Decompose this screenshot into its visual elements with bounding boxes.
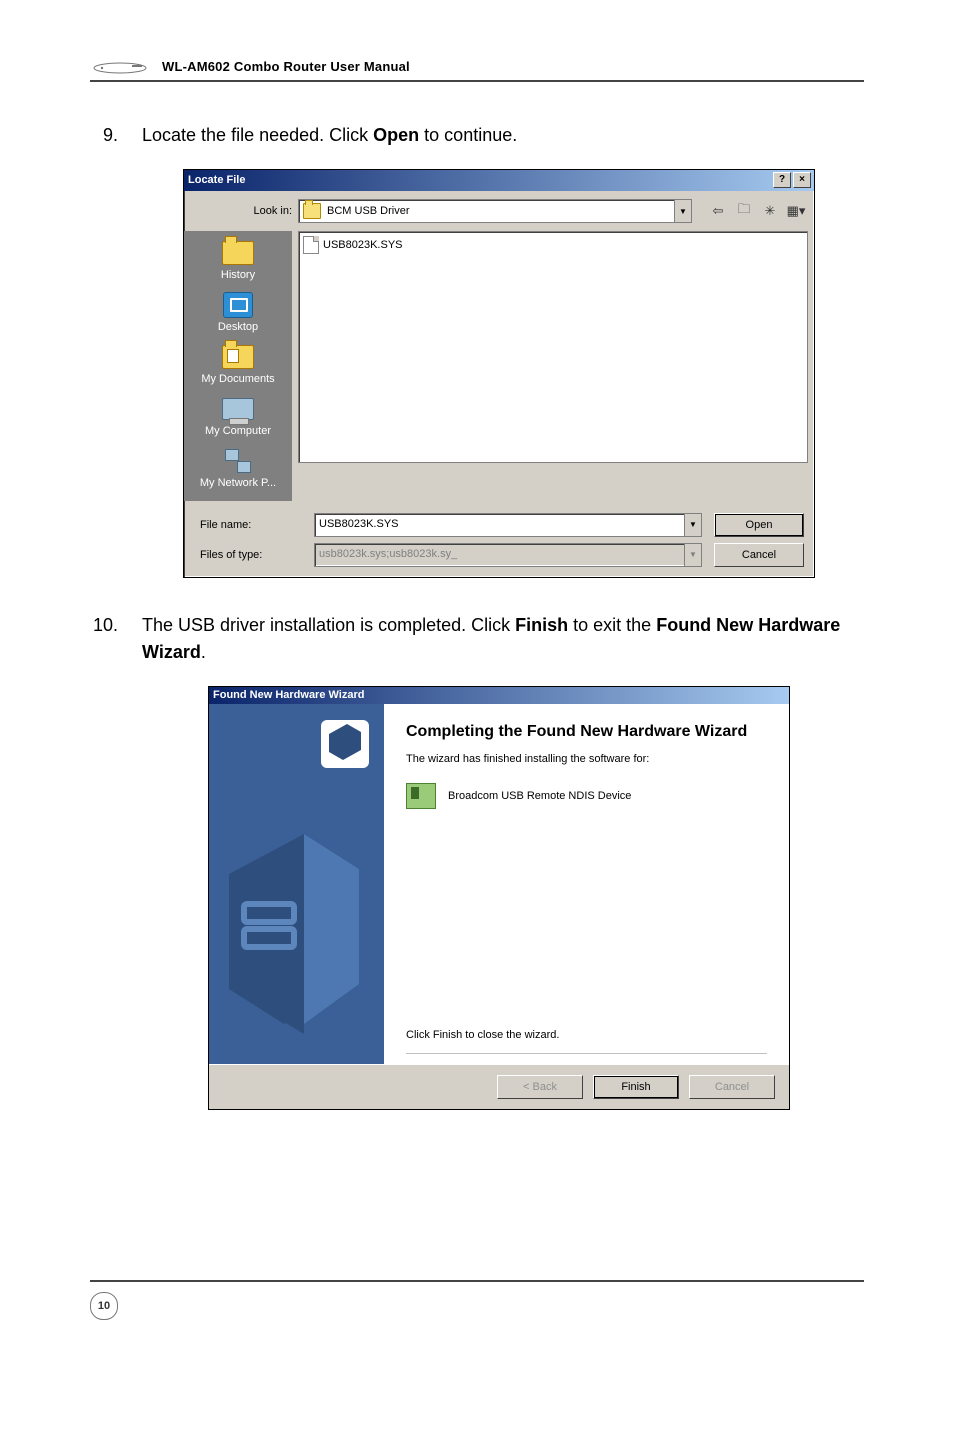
step-9: 9. Locate the file needed. Click Open to… [90, 122, 864, 149]
new-folder-icon[interactable]: ✳ [760, 201, 780, 221]
history-icon [222, 241, 254, 265]
footer-rule [90, 1280, 864, 1282]
filename-label: File name: [194, 519, 302, 531]
filetype-field: usb8023k.sys;usb8023k.sy_ ▼ [314, 543, 702, 567]
help-button[interactable]: ? [773, 172, 791, 188]
step-10-mid: to exit the [568, 615, 656, 635]
locate-file-dialog: Locate File ? × Look in: BCM USB Driver … [183, 169, 815, 578]
step-9-number: 9. [90, 122, 118, 149]
lookin-combo[interactable]: BCM USB Driver ▼ [298, 199, 692, 223]
places-bar: History Desktop My Documents My Com [184, 231, 292, 501]
step-9-pre: Locate the file needed. Click [142, 125, 373, 145]
step-10: 10. The USB driver installation is compl… [90, 612, 864, 666]
device-icon [406, 783, 436, 809]
place-history[interactable]: History [184, 237, 292, 287]
back-button: < Back [497, 1075, 583, 1099]
close-button[interactable]: × [793, 172, 811, 188]
filename-field[interactable]: USB8023K.SYS ▼ [314, 513, 702, 537]
manual-page: WL-AM602 Combo Router User Manual 9. Loc… [0, 0, 954, 1360]
file-list[interactable]: USB8023K.SYS [298, 231, 808, 463]
place-documents[interactable]: My Documents [184, 341, 292, 391]
page-number: 10 [90, 1292, 118, 1320]
lookin-value: BCM USB Driver [327, 205, 410, 217]
place-history-label: History [221, 269, 255, 281]
manual-title: WL-AM602 Combo Router User Manual [162, 59, 410, 74]
wizard-subtext: The wizard has finished installing the s… [406, 753, 767, 765]
place-computer[interactable]: My Computer [184, 393, 292, 443]
open-button[interactable]: Open [714, 513, 804, 537]
wizard-heading: Completing the Found New Hardware Wizard [406, 722, 767, 743]
views-icon[interactable]: ▦▾ [786, 201, 806, 221]
documents-icon [222, 345, 254, 369]
figure-wizard: Found New Hardware Wizard [134, 686, 864, 1110]
folder-icon [303, 203, 321, 219]
filetype-value: usb8023k.sys;usb8023k.sy_ [319, 548, 457, 560]
step-9-text: Locate the file needed. Click Open to co… [142, 122, 517, 149]
back-icon[interactable]: ⇦ [708, 201, 728, 221]
place-desktop[interactable]: Desktop [184, 289, 292, 339]
cancel-button[interactable]: Cancel [714, 543, 804, 567]
place-network[interactable]: My Network P... [184, 445, 292, 495]
dropdown-arrow-icon: ▼ [684, 544, 701, 566]
step-9-post: to continue. [419, 125, 517, 145]
page-header: WL-AM602 Combo Router User Manual [90, 56, 864, 82]
lookin-label: Look in: [192, 205, 292, 217]
computer-icon [222, 398, 254, 420]
locate-title: Locate File [188, 174, 245, 186]
sys-file-icon [303, 236, 319, 254]
filetype-label: Files of type: [194, 549, 302, 561]
desktop-icon [223, 292, 253, 318]
step-10-bold1: Finish [515, 615, 568, 635]
router-icon [90, 56, 150, 76]
found-new-hardware-wizard: Found New Hardware Wizard [208, 686, 790, 1110]
step-10-post: . [201, 642, 206, 662]
device-name: Broadcom USB Remote NDIS Device [448, 790, 631, 802]
step-9-bold: Open [373, 125, 419, 145]
finish-button[interactable]: Finish [593, 1075, 679, 1099]
figure-locate-file: Locate File ? × Look in: BCM USB Driver … [134, 169, 864, 578]
place-documents-label: My Documents [201, 373, 274, 385]
up-folder-icon[interactable]: 🗀 [734, 201, 754, 221]
step-10-text: The USB driver installation is completed… [142, 612, 864, 666]
network-icon [223, 449, 253, 473]
place-computer-label: My Computer [205, 425, 271, 437]
wizard-art-icon [209, 704, 384, 1064]
step-10-pre: The USB driver installation is completed… [142, 615, 515, 635]
wizard-close-hint: Click Finish to close the wizard. [406, 1029, 767, 1054]
dropdown-arrow-icon[interactable]: ▼ [674, 200, 691, 222]
toolbar-icons: ⇦ 🗀 ✳ ▦▾ [698, 201, 806, 221]
wizard-button-bar: < Back Finish Cancel [209, 1064, 789, 1109]
locate-titlebar[interactable]: Locate File ? × [184, 170, 814, 191]
place-desktop-label: Desktop [218, 321, 258, 333]
wizard-title: Found New Hardware Wizard [213, 689, 364, 701]
step-10-number: 10. [90, 612, 118, 666]
filename-value: USB8023K.SYS [319, 518, 399, 530]
file-item-label: USB8023K.SYS [323, 239, 403, 251]
wizard-titlebar[interactable]: Found New Hardware Wizard [209, 687, 789, 704]
cancel-button: Cancel [689, 1075, 775, 1099]
dropdown-arrow-icon[interactable]: ▼ [684, 514, 701, 536]
file-item[interactable]: USB8023K.SYS [303, 236, 803, 254]
place-network-label: My Network P... [200, 477, 276, 489]
wizard-side-graphic [209, 704, 384, 1064]
